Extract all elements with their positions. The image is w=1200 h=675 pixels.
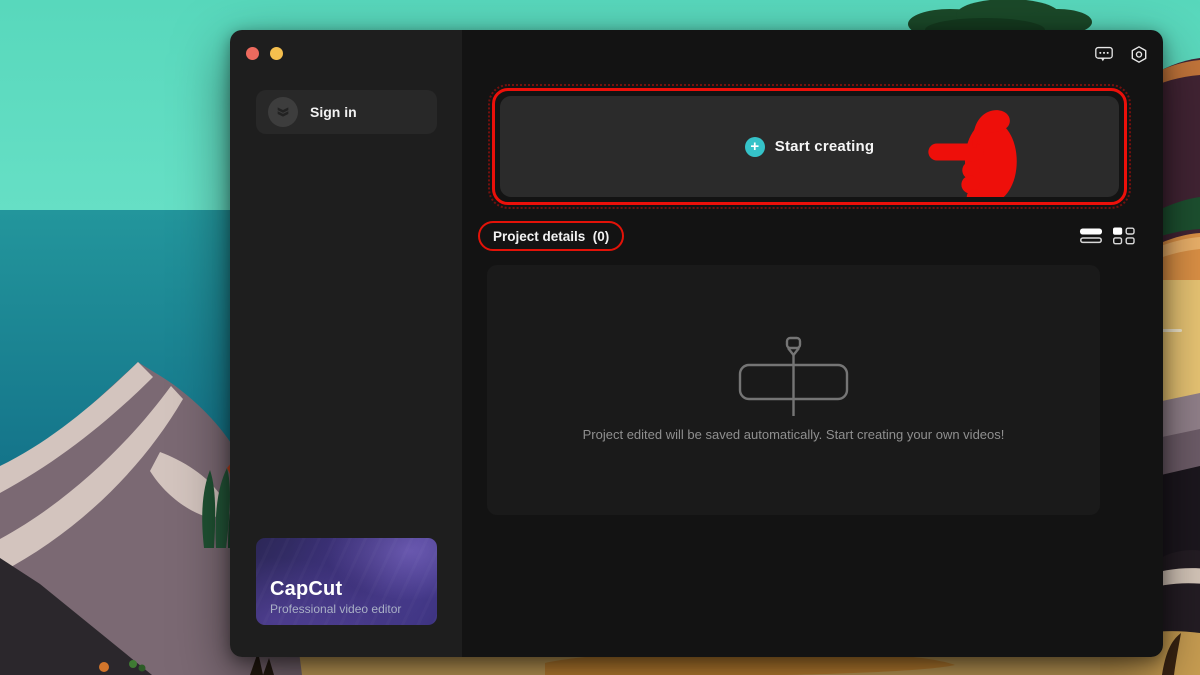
list-view-icon[interactable] [1079,226,1103,246]
project-list-empty-panel: Project edited will be saved automatical… [487,265,1100,515]
start-creating-button[interactable]: + Start creating [500,96,1119,197]
brand-subtitle: Professional video editor [270,602,401,616]
hand-pointer-left-icon [927,106,1019,197]
start-creating-highlight-box: + Start creating [492,88,1127,205]
sidebar: Sign in CapCut Professional video editor [230,30,462,657]
grid-view-icon[interactable] [1112,226,1136,246]
capcut-window: Sign in CapCut Professional video editor [230,30,1163,657]
main-area: + Start creating [462,30,1163,657]
plus-icon: + [745,137,765,157]
avatar [268,97,298,127]
feedback-icon [1095,45,1113,64]
start-creating-label: Start creating [775,138,875,155]
capcut-logo-icon [275,104,291,120]
empty-state-message: Project edited will be saved automatical… [487,427,1100,442]
traffic-lights [246,47,283,60]
feedback-button[interactable] [1095,45,1113,63]
close-button[interactable] [246,47,259,60]
settings-button[interactable] [1130,45,1148,63]
titlebar-icons [1095,45,1148,63]
gear-icon [1130,45,1148,64]
sign-in-label: Sign in [310,104,357,120]
minimize-button[interactable] [270,47,283,60]
sign-in-button[interactable]: Sign in [256,90,437,134]
desktop: Sign in CapCut Professional video editor [0,0,1200,675]
view-toggles [1079,226,1136,246]
capcut-brand-card[interactable]: CapCut Professional video editor [256,538,437,625]
timeline-clip-playhead-icon [733,335,855,419]
project-details-label: Project details (0) [493,229,609,244]
brand-title: CapCut [270,578,342,601]
project-details-highlight-box: Project details (0) [478,221,624,251]
